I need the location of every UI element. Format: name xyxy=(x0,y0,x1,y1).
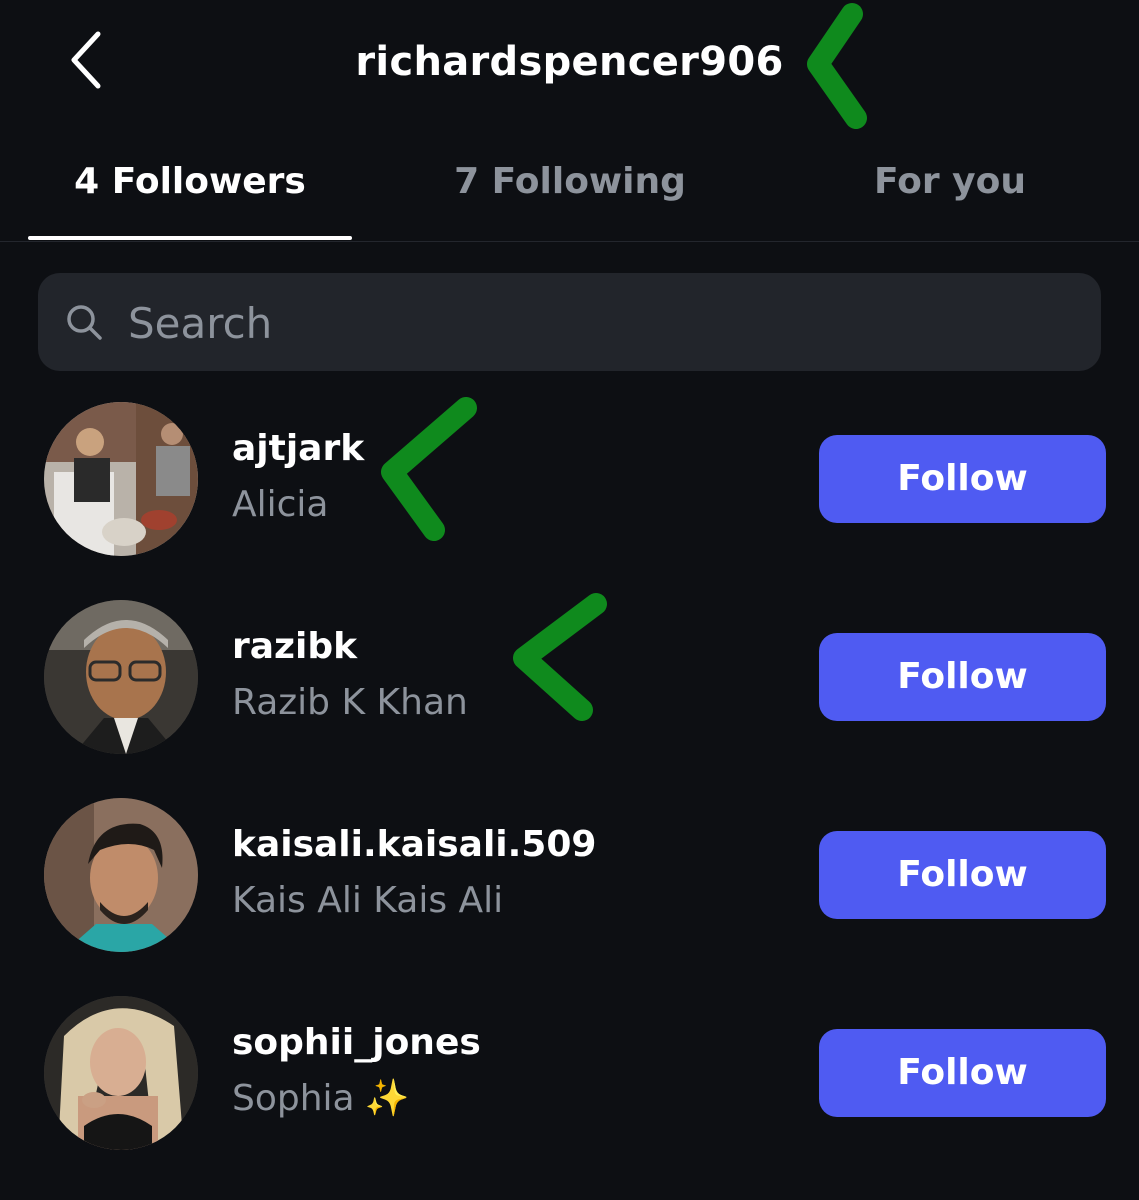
follower-username[interactable]: razibk xyxy=(232,622,357,672)
search-input[interactable] xyxy=(126,286,1070,360)
follower-name: Sophia ✨ xyxy=(232,1074,409,1124)
avatar[interactable] xyxy=(44,600,198,754)
follower-name: Razib K Khan xyxy=(232,682,468,723)
follower-name: Alicia xyxy=(232,484,329,525)
follower-username[interactable]: kaisali.kaisali.509 xyxy=(232,820,596,870)
follow-button[interactable]: Follow xyxy=(819,633,1106,721)
profile-username-title: richardspencer906 xyxy=(355,39,784,85)
green-arrow-mark-icon xyxy=(513,593,607,721)
divider xyxy=(0,241,1139,242)
tab-for-you[interactable]: For you xyxy=(800,152,1100,212)
search-icon xyxy=(67,305,102,340)
active-tab-indicator xyxy=(28,236,352,240)
follow-button[interactable]: Follow xyxy=(819,1029,1106,1117)
follow-button[interactable]: Follow xyxy=(819,435,1106,523)
header: richardspencer906 xyxy=(0,0,1139,125)
tab-following[interactable]: 7 Following xyxy=(400,152,740,212)
tab-bar: 4 Followers 7 Following For you xyxy=(0,130,1139,242)
follower-name-text: Sophia xyxy=(232,1078,355,1119)
avatar[interactable] xyxy=(44,402,198,556)
follower-username[interactable]: sophii_jones xyxy=(232,1018,481,1068)
avatar[interactable] xyxy=(44,798,198,952)
list-item[interactable]: ajtjark Alicia Follow xyxy=(0,402,1139,562)
followers-page: richardspencer906 4 Followers 7 Followin… xyxy=(0,0,1139,1200)
avatar[interactable] xyxy=(44,996,198,1150)
list-item[interactable]: kaisali.kaisali.509 Kais Ali Kais Ali Fo… xyxy=(0,798,1139,958)
sparkles-icon: ✨ xyxy=(364,1078,410,1119)
follower-username[interactable]: ajtjark xyxy=(232,424,364,474)
follow-button[interactable]: Follow xyxy=(819,831,1106,919)
green-arrow-mark-icon xyxy=(807,3,867,129)
green-arrow-mark-icon xyxy=(381,397,477,541)
list-item[interactable]: sophii_jones Sophia ✨ Follow xyxy=(0,996,1139,1156)
tab-followers[interactable]: 4 Followers xyxy=(28,152,352,212)
follower-name: Kais Ali Kais Ali xyxy=(232,880,504,921)
